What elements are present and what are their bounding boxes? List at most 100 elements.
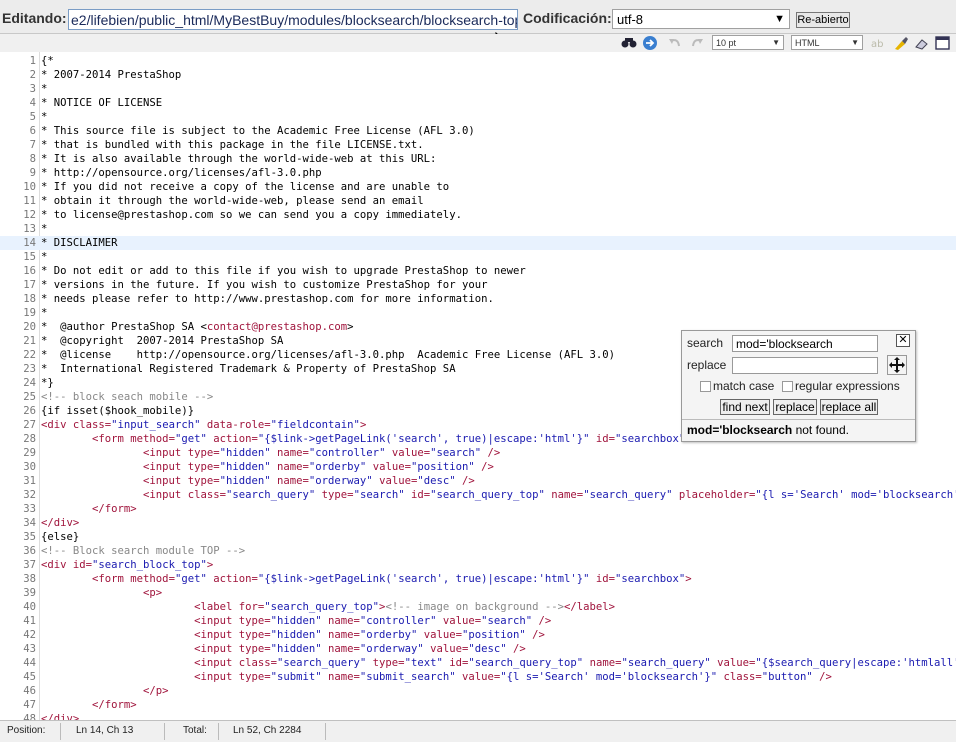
syntax-select[interactable]: HTML ▼: [791, 35, 863, 50]
code-text: *: [41, 82, 47, 96]
position-value: Ln 14, Ch 13: [76, 725, 134, 736]
code-line[interactable]: 32 <input class="search_query" type="sea…: [0, 488, 956, 502]
code-line[interactable]: 33 </form>: [0, 502, 956, 516]
code-line[interactable]: 45 <input type="submit" name="submit_sea…: [0, 670, 956, 684]
code-token: name=: [270, 475, 309, 487]
search-input[interactable]: mod='blocksearch: [732, 335, 878, 352]
line-number: 8: [29, 153, 36, 165]
code-token: id=: [589, 573, 616, 585]
code-line[interactable]: 47 </form>: [0, 698, 956, 712]
code-line[interactable]: 41 <input type="hidden" name="controller…: [0, 614, 956, 628]
code-token: "hidden": [270, 643, 322, 655]
code-line[interactable]: 6 * This source file is subject to the Ac…: [0, 124, 956, 138]
line-number: 42: [23, 629, 36, 641]
close-icon[interactable]: ✕: [896, 334, 910, 347]
match-case-checkbox[interactable]: [700, 381, 711, 392]
position-label: Position:: [7, 725, 46, 736]
search-label: search: [687, 336, 724, 350]
code-line[interactable]: 18 * needs please refer to http://www.pre…: [0, 292, 956, 306]
reopen-button[interactable]: Re-abierto: [796, 12, 850, 28]
line-number: 40: [23, 601, 36, 613]
encoding-select[interactable]: utf-8 ▼: [612, 9, 790, 29]
code-line[interactable]: 5 *: [0, 110, 956, 124]
code-token: * If you did not receive a copy of the l…: [41, 181, 450, 193]
replace-all-button[interactable]: replace all: [820, 399, 878, 415]
code-text: * DISCLAIMER: [41, 236, 118, 250]
code-token: <label: [41, 601, 239, 613]
line-number: 7: [29, 139, 36, 151]
code-line[interactable]: 31 <input type="hidden" name="orderway" …: [0, 474, 956, 488]
code-line[interactable]: 40 <label for="search_query_top"><!-- im…: [0, 600, 956, 614]
code-line[interactable]: 30 <input type="hidden" name="orderby" v…: [0, 460, 956, 474]
code-text: * needs please refer to http://www.prest…: [41, 292, 494, 306]
code-line[interactable]: 46 </p>: [0, 684, 956, 698]
code-token: *: [41, 223, 48, 235]
find-icon[interactable]: [620, 35, 638, 51]
code-line[interactable]: 19 *: [0, 306, 956, 320]
code-line[interactable]: 29 <input type="hidden" name="controller…: [0, 446, 956, 460]
line-number: 14: [23, 237, 36, 249]
code-line[interactable]: 48 </div>: [0, 712, 956, 720]
code-token: "orderby": [359, 629, 418, 641]
code-line[interactable]: 17 * versions in the future. If you wish …: [0, 278, 956, 292]
code-line[interactable]: 43 <input type="hidden" name="orderway" …: [0, 642, 956, 656]
code-line[interactable]: 9 * http://opensource.org/licenses/afl-3.…: [0, 166, 956, 180]
code-line[interactable]: 35 {else}: [0, 530, 956, 544]
code-line[interactable]: 36 <!-- Block search module TOP -->: [0, 544, 956, 558]
code-line[interactable]: 39 <p>: [0, 586, 956, 600]
code-line[interactable]: 14 * DISCLAIMER: [0, 236, 956, 250]
code-token: "hidden": [270, 615, 322, 627]
move-icon[interactable]: [887, 355, 907, 375]
go-to-line-icon[interactable]: [641, 35, 659, 51]
code-line[interactable]: 16 * Do not edit or add to this file if y…: [0, 264, 956, 278]
code-line[interactable]: 3 *: [0, 82, 956, 96]
code-line[interactable]: 13 *: [0, 222, 956, 236]
code-token: <input: [41, 615, 239, 627]
code-line[interactable]: 4 * NOTICE OF LICENSE: [0, 96, 956, 110]
code-line[interactable]: 2 * 2007-2014 PrestaShop: [0, 68, 956, 82]
highlight-icon[interactable]: ab: [870, 35, 888, 51]
regex-checkbox[interactable]: [782, 381, 793, 392]
redo-icon[interactable]: [688, 35, 706, 51]
replace-input[interactable]: [732, 357, 878, 374]
code-token: name=: [321, 629, 360, 641]
line-number: 2: [29, 69, 36, 81]
code-line[interactable]: 44 <input class="search_query" type="tex…: [0, 656, 956, 670]
code-text: <input type="hidden" name="orderway" val…: [41, 474, 475, 488]
code-token: value=: [417, 629, 462, 641]
code-line[interactable]: 15 *: [0, 250, 956, 264]
code-token: >: [359, 419, 367, 431]
code-line[interactable]: 12 * to license@prestashop.com so we can …: [0, 208, 956, 222]
undo-icon[interactable]: [666, 35, 684, 51]
font-size-select[interactable]: 10 pt ▼: [712, 35, 784, 50]
line-number: 17: [23, 279, 36, 291]
code-text: <input type="hidden" name="controller" v…: [41, 446, 500, 460]
eraser-icon[interactable]: [913, 35, 931, 51]
line-number: 37: [23, 559, 36, 571]
code-line[interactable]: 7 * that is bundled with this package in …: [0, 138, 956, 152]
file-path-field[interactable]: e2/lifebien/public_html/MyBestBuy/module…: [68, 9, 518, 30]
code-token: "{$link->getPageLink('search', true)|esc…: [257, 573, 590, 585]
replace-button[interactable]: replace: [773, 399, 817, 415]
code-text: * @license http://opensource.org/license…: [41, 348, 615, 362]
code-line[interactable]: 38 <form method="get" action="{$link->ge…: [0, 572, 956, 586]
code-line[interactable]: 8 * It is also available through the worl…: [0, 152, 956, 166]
code-line[interactable]: 1 {*: [0, 54, 956, 68]
code-line[interactable]: 37 <div id="search_block_top">: [0, 558, 956, 572]
code-line[interactable]: 42 <input type="hidden" name="orderby" v…: [0, 628, 956, 642]
line-number: 23: [23, 363, 36, 375]
code-line[interactable]: 10 * If you did not receive a copy of the…: [0, 180, 956, 194]
find-next-button[interactable]: find next: [720, 399, 770, 415]
fullscreen-icon[interactable]: [934, 35, 952, 51]
code-text: * NOTICE OF LICENSE: [41, 96, 162, 110]
brush-icon[interactable]: [892, 35, 910, 51]
code-text: *: [41, 222, 47, 236]
code-line[interactable]: 11 * obtain it through the world-wide-web…: [0, 194, 956, 208]
code-token: <!-- image on background -->: [385, 601, 565, 613]
code-text: *: [41, 110, 47, 124]
code-token: for=: [238, 601, 265, 613]
code-token: * http://opensource.org/licenses/afl-3.0…: [41, 167, 322, 179]
editor-header: Editando: e2/lifebien/public_html/MyBest…: [0, 0, 956, 34]
code-token: {if isset($hook_mobile)}: [41, 405, 195, 417]
code-line[interactable]: 34 </div>: [0, 516, 956, 530]
